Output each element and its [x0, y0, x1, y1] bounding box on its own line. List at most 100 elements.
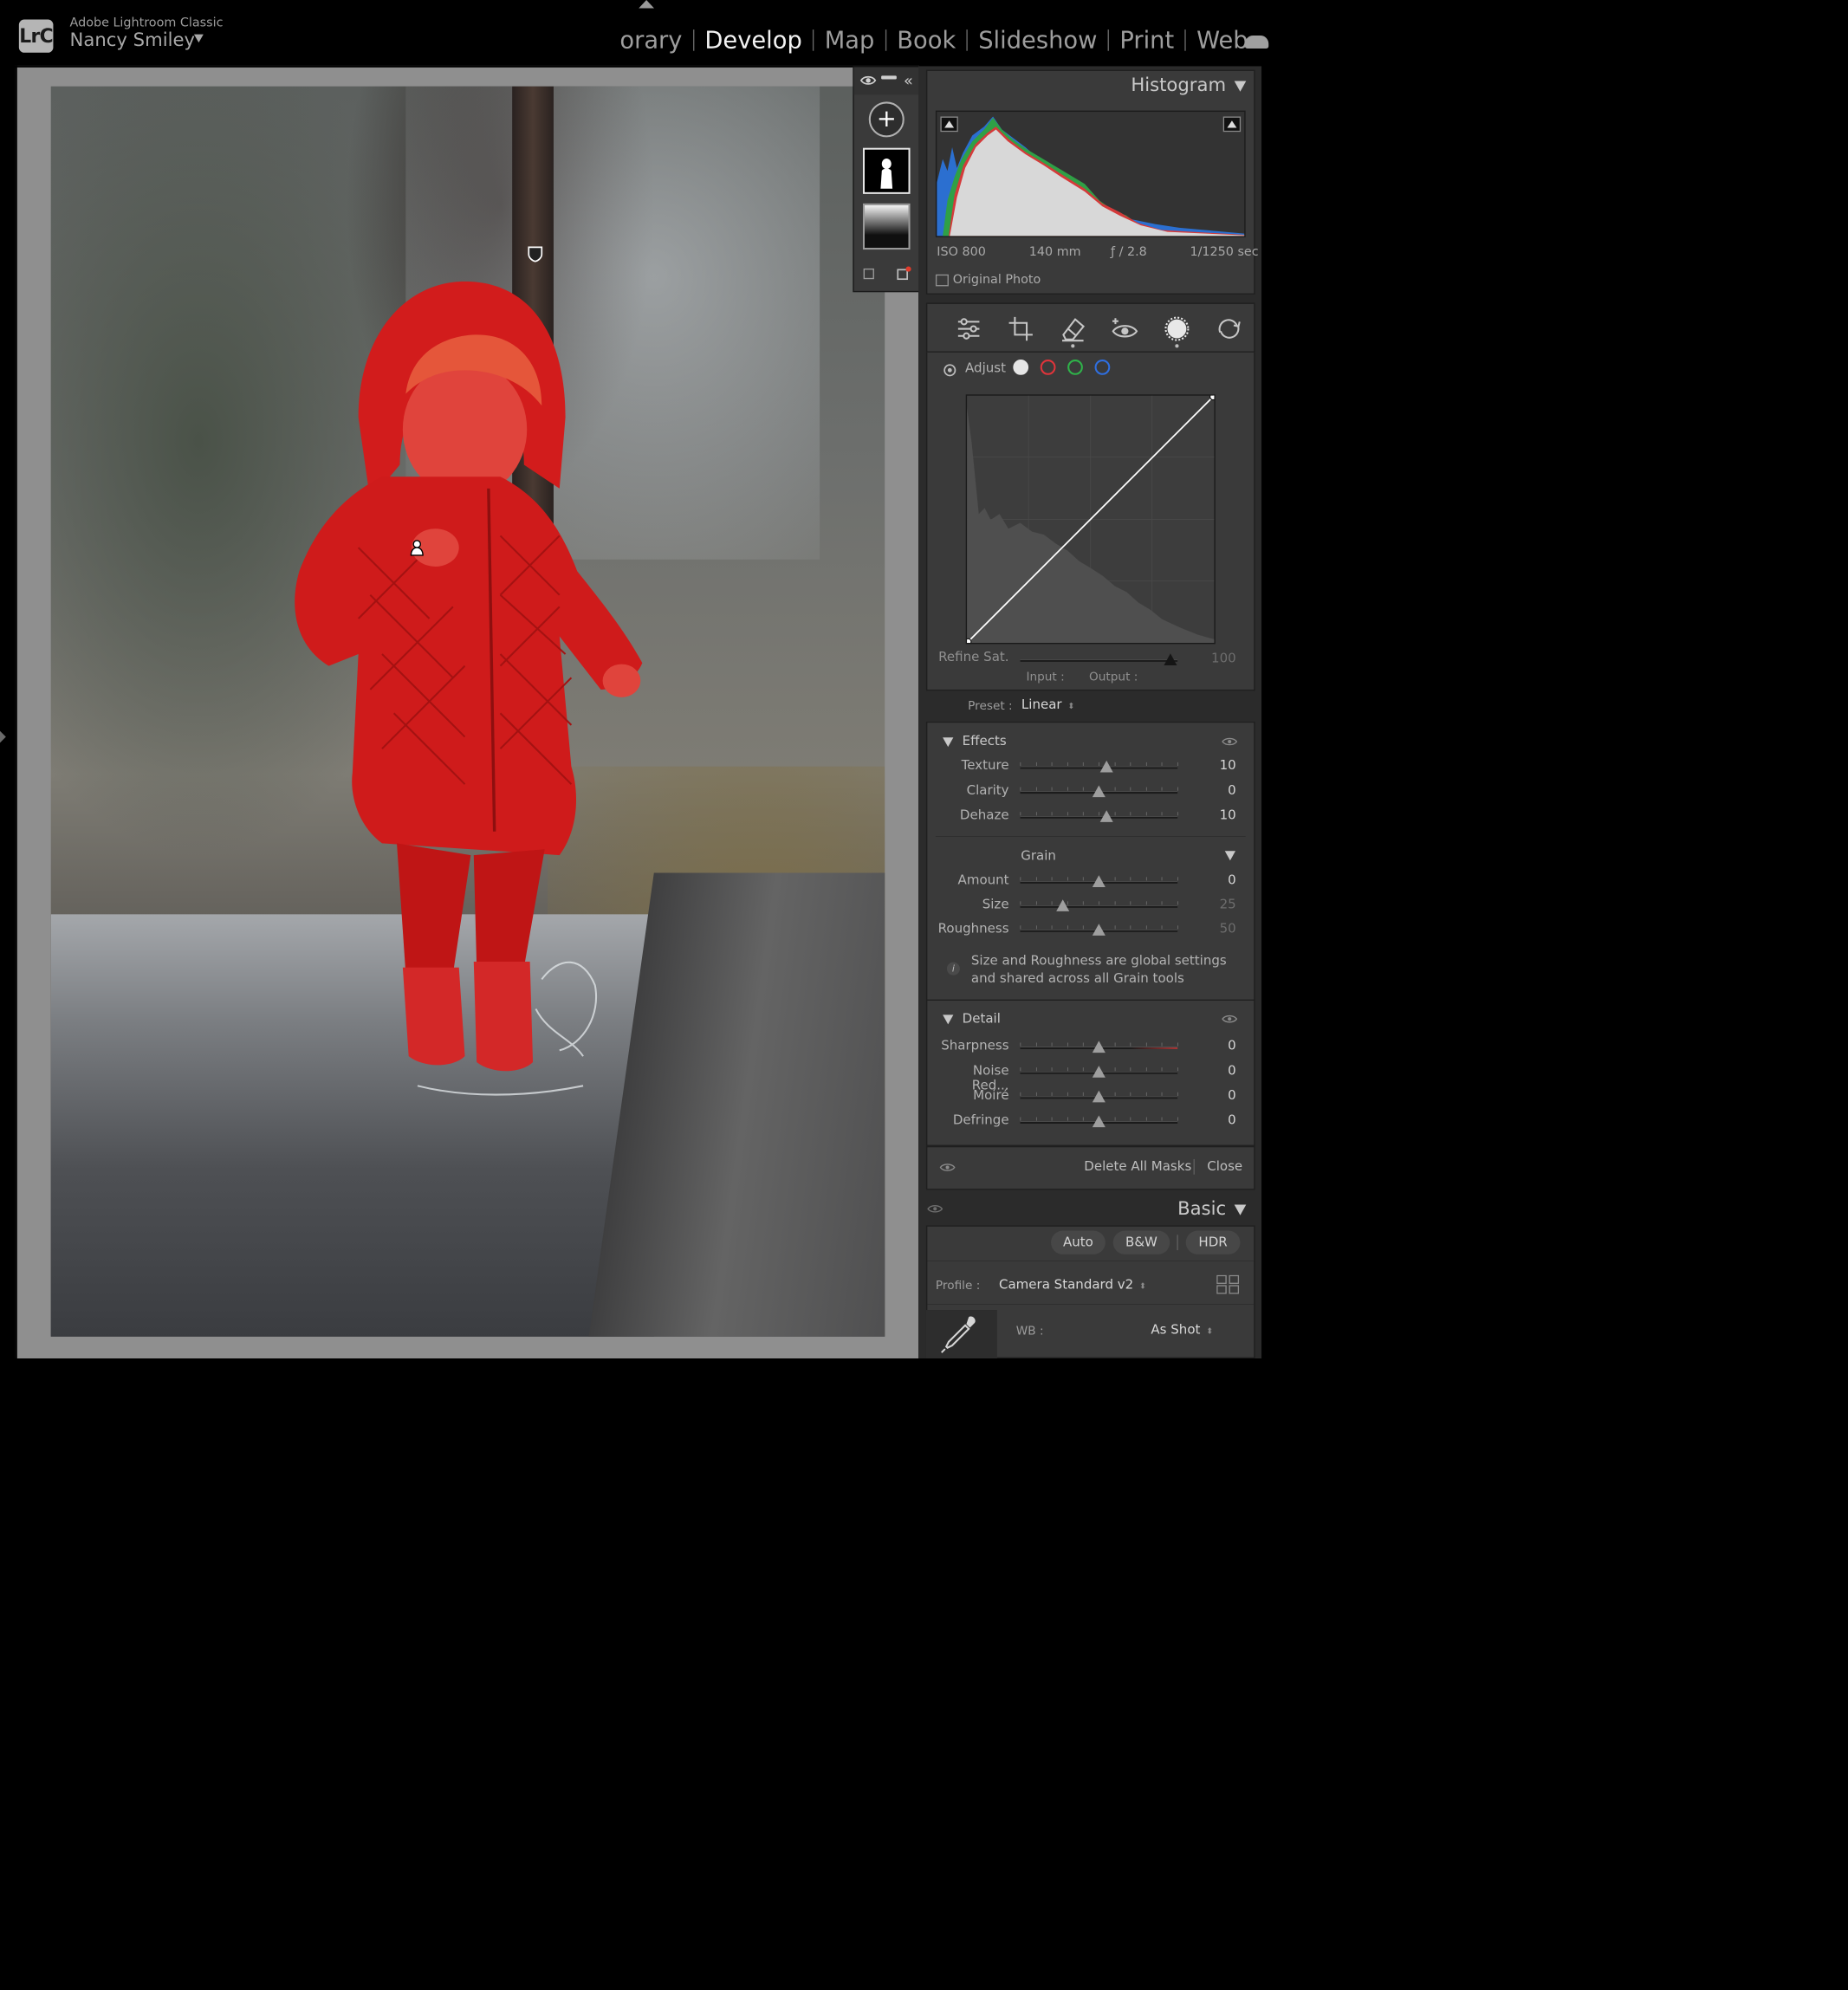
profile-dropdown[interactable]: Camera Standard v2 ⬍ — [999, 1277, 1146, 1292]
module-map[interactable]: Map — [814, 27, 885, 54]
preset-dropdown[interactable]: Linear ⬍ — [1021, 697, 1075, 712]
show-overlay-eye-icon[interactable] — [859, 75, 877, 87]
basic-collapse-icon[interactable] — [1234, 1204, 1247, 1215]
sliders-icon[interactable] — [955, 314, 983, 343]
overlay-options-icon[interactable] — [897, 266, 912, 281]
effects-title[interactable]: Effects — [963, 734, 1007, 749]
collapse-panel-icon[interactable]: « — [904, 72, 913, 89]
slider-value[interactable]: 0 — [1201, 1063, 1236, 1078]
target-adjust-icon[interactable] — [943, 363, 956, 377]
slider-value[interactable]: 25 — [1201, 898, 1236, 912]
slider-label: Amount — [957, 872, 1009, 888]
slider-thumb[interactable] — [1099, 810, 1113, 822]
slider-tick — [1067, 1092, 1068, 1096]
left-panel-toggle-icon[interactable] — [0, 730, 6, 743]
slider-thumb[interactable] — [1092, 1040, 1106, 1053]
module-print[interactable]: Print — [1109, 27, 1184, 54]
basic-visibility-eye-icon[interactable] — [927, 1204, 943, 1214]
roughness-slider[interactable] — [1020, 924, 1178, 936]
hdr-button[interactable]: HDR — [1185, 1230, 1241, 1254]
mask-linear-gradient-thumbnail[interactable] — [862, 203, 911, 250]
module-book[interactable]: Book — [886, 27, 967, 54]
module-slideshow[interactable]: Slideshow — [968, 27, 1108, 54]
slider-value[interactable]: 50 — [1201, 922, 1236, 937]
cloud-sync-icon[interactable] — [1244, 35, 1269, 49]
slider-thumb[interactable] — [1099, 760, 1113, 773]
histogram-collapse-icon[interactable] — [1234, 81, 1247, 92]
mask-subject-thumbnail[interactable] — [862, 147, 911, 194]
histogram-title[interactable]: Histogram — [1131, 75, 1247, 96]
slider-value[interactable]: 10 — [1201, 758, 1236, 773]
channel-white-button[interactable] — [1013, 360, 1029, 375]
refine-sat-value[interactable]: 100 — [1201, 651, 1236, 666]
tone-curve-graph[interactable] — [965, 394, 1216, 645]
channel-blue-button[interactable] — [1094, 360, 1111, 375]
crop-icon[interactable] — [1007, 314, 1035, 343]
slider-thumb[interactable] — [1092, 1115, 1106, 1128]
slider-thumb[interactable] — [1092, 1066, 1106, 1078]
top-panel-toggle-icon[interactable] — [639, 0, 654, 9]
effects-collapse-icon[interactable] — [943, 737, 954, 748]
channel-green-button[interactable] — [1067, 360, 1083, 375]
wb-dropdown[interactable]: As Shot ⬍ — [1151, 1322, 1213, 1337]
preset-label: Preset : — [968, 698, 1013, 713]
histogram-graph[interactable] — [935, 110, 1246, 237]
delete-all-masks-button[interactable]: Delete All Masks — [1084, 1159, 1191, 1174]
photo-preview[interactable] — [50, 86, 885, 1337]
profile-browser-icon[interactable] — [1216, 1274, 1240, 1294]
defringe-slider[interactable] — [1020, 1115, 1178, 1128]
create-new-mask-button[interactable]: + — [868, 101, 905, 138]
slider-value[interactable]: 0 — [1201, 1088, 1236, 1103]
slider-thumb[interactable] — [1092, 1090, 1106, 1103]
original-photo-checkbox[interactable] — [935, 274, 949, 287]
wb-eyedropper-icon[interactable] — [939, 1313, 981, 1355]
mask-pin-gradient-icon[interactable] — [527, 245, 544, 263]
user-menu-chevron-icon[interactable] — [193, 34, 204, 43]
subject-mask-overlay — [295, 281, 643, 1096]
slider-thumb[interactable] — [1092, 924, 1106, 936]
refine-sat-slider[interactable] — [1020, 653, 1178, 665]
channel-red-button[interactable] — [1040, 360, 1056, 375]
detail-collapse-icon[interactable] — [943, 1014, 954, 1025]
texture-slider[interactable] — [1020, 760, 1178, 773]
basic-title[interactable]: Basic — [1177, 1198, 1247, 1220]
sharpness-slider[interactable] — [1020, 1040, 1178, 1053]
slider-tick — [1114, 901, 1116, 905]
detail-title[interactable]: Detail — [963, 1011, 1001, 1026]
grain-collapse-icon[interactable] — [1224, 851, 1236, 861]
healing-eraser-icon[interactable] — [1059, 314, 1087, 343]
minimize-panel-icon[interactable] — [881, 75, 897, 80]
slider-label: Dehaze — [959, 807, 1009, 823]
slider-label: Clarity — [966, 782, 1009, 798]
amount-slider[interactable] — [1020, 875, 1178, 887]
slider-thumb[interactable] — [1056, 899, 1070, 911]
close-masks-button[interactable]: Close — [1207, 1159, 1242, 1174]
slider-value[interactable]: 0 — [1201, 1113, 1236, 1128]
clarity-slider[interactable] — [1020, 785, 1178, 798]
moir-slider[interactable] — [1020, 1090, 1178, 1103]
masking-icon[interactable] — [1163, 314, 1191, 343]
slider-value[interactable]: 10 — [1201, 807, 1236, 822]
slider-value[interactable]: 0 — [1201, 1039, 1236, 1053]
slider-thumb[interactable] — [1092, 875, 1106, 887]
detail-visibility-eye-icon[interactable] — [1222, 1014, 1238, 1024]
show-unpinned-checkbox[interactable] — [863, 268, 874, 280]
mask-pin-person-icon[interactable] — [408, 540, 425, 557]
slider-value[interactable]: 0 — [1201, 783, 1236, 798]
slider-tick — [1067, 762, 1068, 767]
identity-plate-user[interactable]: Nancy Smiley — [70, 29, 195, 51]
refine-sat-thumb[interactable] — [1164, 653, 1177, 665]
bw-button[interactable]: B&W — [1112, 1230, 1170, 1254]
module-develop[interactable]: Develop — [694, 27, 813, 54]
slider-value[interactable]: 0 — [1201, 873, 1236, 888]
mask-overlay-eye-icon[interactable] — [939, 1163, 956, 1172]
noise-red-slider[interactable] — [1020, 1066, 1178, 1078]
effects-visibility-eye-icon[interactable] — [1222, 737, 1238, 747]
reset-icon[interactable] — [1215, 314, 1243, 343]
slider-thumb[interactable] — [1092, 785, 1106, 798]
size-slider[interactable] — [1020, 899, 1178, 911]
module-orary[interactable]: orary — [609, 27, 693, 54]
dehaze-slider[interactable] — [1020, 810, 1178, 822]
auto-button[interactable]: Auto — [1051, 1230, 1106, 1254]
redeye-icon[interactable] — [1111, 314, 1139, 343]
